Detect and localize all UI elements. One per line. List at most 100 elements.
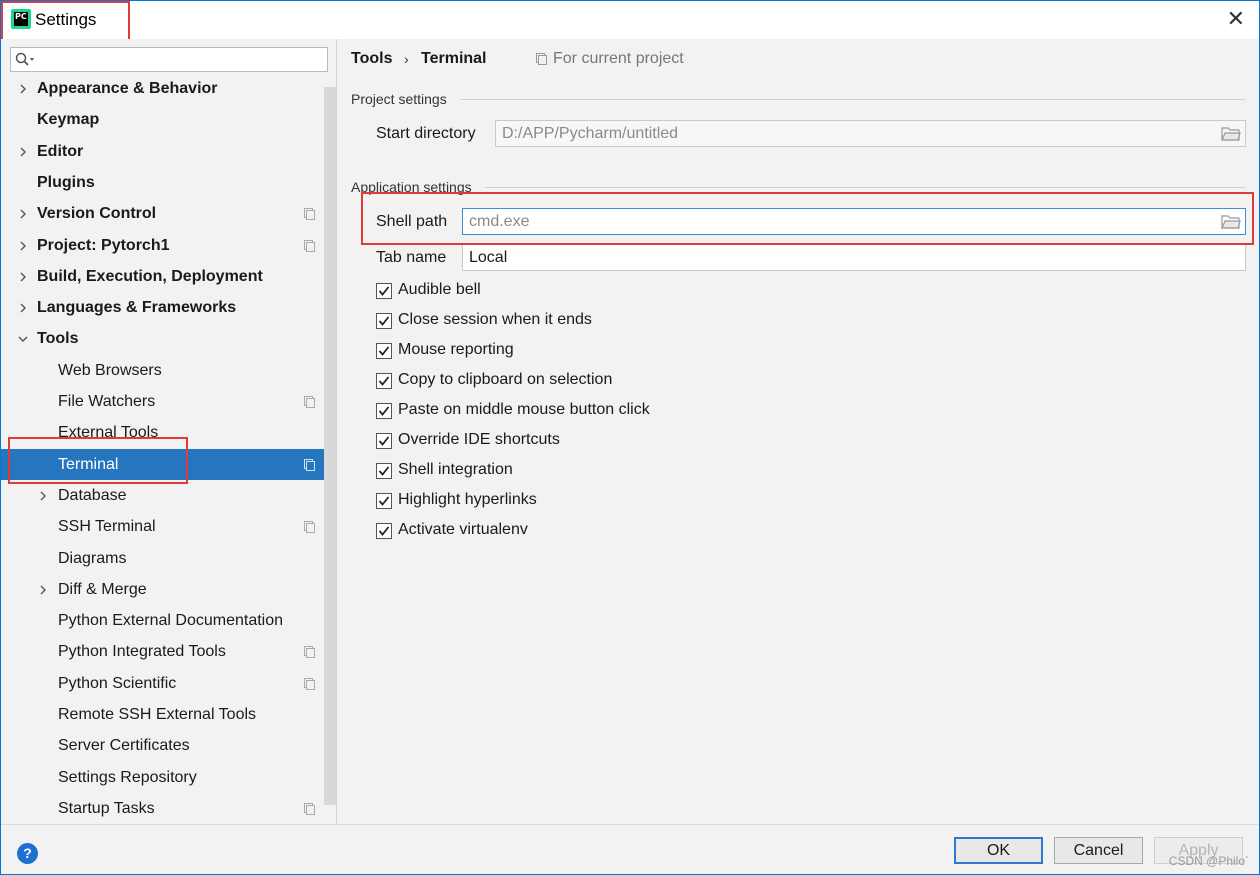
ok-button[interactable]: OK xyxy=(954,837,1043,864)
search-input[interactable] xyxy=(10,47,328,72)
sidebar-item[interactable]: Build, Execution, Deployment xyxy=(1,261,336,292)
sidebar-item[interactable]: Web Browsers xyxy=(1,355,336,386)
chevron-right-icon[interactable] xyxy=(17,302,29,314)
checkbox[interactable] xyxy=(376,493,392,509)
sidebar-item[interactable]: Diagrams xyxy=(1,543,336,574)
project-settings-header: Project settings xyxy=(351,91,447,107)
sidebar-item[interactable]: Plugins xyxy=(1,167,336,198)
checkbox-label: Close session when it ends xyxy=(398,311,592,328)
chevron-right-icon[interactable] xyxy=(17,146,29,158)
sidebar-item[interactable]: Settings Repository xyxy=(1,762,336,793)
project-level-icon xyxy=(304,521,315,533)
sidebar-item-label: Plugins xyxy=(37,174,95,191)
breadcrumb-tools[interactable]: Tools xyxy=(351,50,392,68)
checkbox[interactable] xyxy=(376,343,392,359)
sidebar-item-label: Editor xyxy=(37,143,84,160)
sidebar-item[interactable]: External Tools xyxy=(1,417,336,448)
checkmark-icon xyxy=(378,316,390,326)
option-checkbox-row[interactable]: Shell integration xyxy=(376,460,776,482)
cancel-button[interactable]: Cancel xyxy=(1054,837,1143,864)
chevron-right-icon[interactable] xyxy=(17,271,29,283)
project-level-icon xyxy=(304,459,315,471)
checkmark-icon xyxy=(378,406,390,416)
checkbox[interactable] xyxy=(376,433,392,449)
checkbox[interactable] xyxy=(376,403,392,419)
close-icon[interactable]: ✕ xyxy=(1227,7,1245,31)
shell-path-value: cmd.exe xyxy=(469,213,530,230)
chevron-right-icon[interactable] xyxy=(37,490,49,502)
sidebar-item[interactable]: Python Scientific xyxy=(1,668,336,699)
sidebar-item-label: Diagrams xyxy=(58,550,127,567)
shell-path-field[interactable]: cmd.exe xyxy=(462,208,1246,235)
checkbox[interactable] xyxy=(376,373,392,389)
sidebar-item[interactable]: Database xyxy=(1,480,336,511)
sidebar-item-label: Keymap xyxy=(37,111,100,128)
option-checkbox-row[interactable]: Override IDE shortcuts xyxy=(376,430,776,452)
folder-browse-icon[interactable] xyxy=(1221,214,1241,229)
project-scope-icon xyxy=(536,53,547,65)
option-checkbox-row[interactable]: Copy to clipboard on selection xyxy=(376,370,776,392)
sidebar-item[interactable]: Terminal xyxy=(1,449,336,480)
checkmark-icon xyxy=(378,526,390,536)
sidebar-item[interactable]: Remote SSH External Tools xyxy=(1,699,336,730)
project-level-icon xyxy=(304,678,315,690)
section-divider xyxy=(460,99,1245,100)
sidebar-item[interactable]: Tools xyxy=(1,323,336,354)
title-bar: PC Settings ✕ xyxy=(1,1,1259,39)
checkmark-icon xyxy=(378,436,390,446)
chevron-down-icon[interactable] xyxy=(17,333,29,345)
option-checkbox-row[interactable]: Audible bell xyxy=(376,280,776,302)
project-level-icon xyxy=(304,208,315,220)
breadcrumb-separator: › xyxy=(404,51,409,67)
option-checkbox-row[interactable]: Highlight hyperlinks xyxy=(376,490,776,512)
checkbox[interactable] xyxy=(376,463,392,479)
sidebar-item-label: Settings Repository xyxy=(58,769,197,786)
option-checkbox-row[interactable]: Close session when it ends xyxy=(376,310,776,332)
sidebar-item-label: External Tools xyxy=(58,424,159,441)
option-checkbox-row[interactable]: Mouse reporting xyxy=(376,340,776,362)
tab-name-label: Tab name xyxy=(376,249,447,266)
checkbox[interactable] xyxy=(376,313,392,329)
sidebar-item[interactable]: Languages & Frameworks xyxy=(1,292,336,323)
shell-path-label: Shell path xyxy=(376,213,448,230)
chevron-right-icon[interactable] xyxy=(17,208,29,220)
sidebar-item-label: Appearance & Behavior xyxy=(37,80,218,97)
chevron-right-icon[interactable] xyxy=(37,584,49,596)
sidebar-item-label: Project: Pytorch1 xyxy=(37,237,170,254)
sidebar-item[interactable]: Python External Documentation xyxy=(1,605,336,636)
settings-window: PC Settings ✕ Appearance & Behavior Keyma… xyxy=(1,1,1259,874)
sidebar-item[interactable]: SSH Terminal xyxy=(1,511,336,542)
sidebar-item-label: Terminal xyxy=(58,456,119,473)
chevron-right-icon[interactable] xyxy=(17,240,29,252)
checkbox-label: Highlight hyperlinks xyxy=(398,491,537,508)
sidebar-scrollbar[interactable] xyxy=(324,87,336,805)
sidebar-item-label: Diff & Merge xyxy=(58,581,147,598)
sidebar-item[interactable]: Startup Tasks xyxy=(1,793,336,824)
sidebar-item[interactable]: Project: Pytorch1 xyxy=(1,230,336,261)
sidebar-item-label: File Watchers xyxy=(58,393,156,410)
sidebar-item-label: Build, Execution, Deployment xyxy=(37,268,263,285)
tab-name-field[interactable]: Local xyxy=(462,244,1246,271)
sidebar-item[interactable]: Server Certificates xyxy=(1,730,336,761)
sidebar-item[interactable]: Python Integrated Tools xyxy=(1,636,336,667)
sidebar-item[interactable]: Editor xyxy=(1,136,336,167)
sidebar-item[interactable]: Diff & Merge xyxy=(1,574,336,605)
help-icon[interactable]: ? xyxy=(17,843,38,864)
start-directory-field[interactable]: D:/APP/Pycharm/untitled xyxy=(495,120,1246,147)
chevron-right-icon[interactable] xyxy=(17,83,29,95)
sidebar-item-label: Remote SSH External Tools xyxy=(58,706,257,723)
sidebar-item[interactable]: Keymap xyxy=(1,104,336,135)
sidebar-item-label: Server Certificates xyxy=(58,737,190,754)
sidebar-item[interactable]: Version Control xyxy=(1,198,336,229)
folder-browse-icon[interactable] xyxy=(1221,126,1241,141)
sidebar-item[interactable]: File Watchers xyxy=(1,386,336,417)
settings-sidebar: Appearance & Behavior Keymap Editor Plugins… xyxy=(1,39,337,824)
checkbox[interactable] xyxy=(376,283,392,299)
checkbox[interactable] xyxy=(376,523,392,539)
sidebar-item[interactable]: Appearance & Behavior xyxy=(1,73,336,104)
option-checkbox-row[interactable]: Activate virtualenv xyxy=(376,520,776,542)
option-checkbox-row[interactable]: Paste on middle mouse button click xyxy=(376,400,776,422)
checkmark-icon xyxy=(378,286,390,296)
sidebar-item-label: Python External Documentation xyxy=(58,612,284,629)
start-directory-label: Start directory xyxy=(376,125,476,142)
